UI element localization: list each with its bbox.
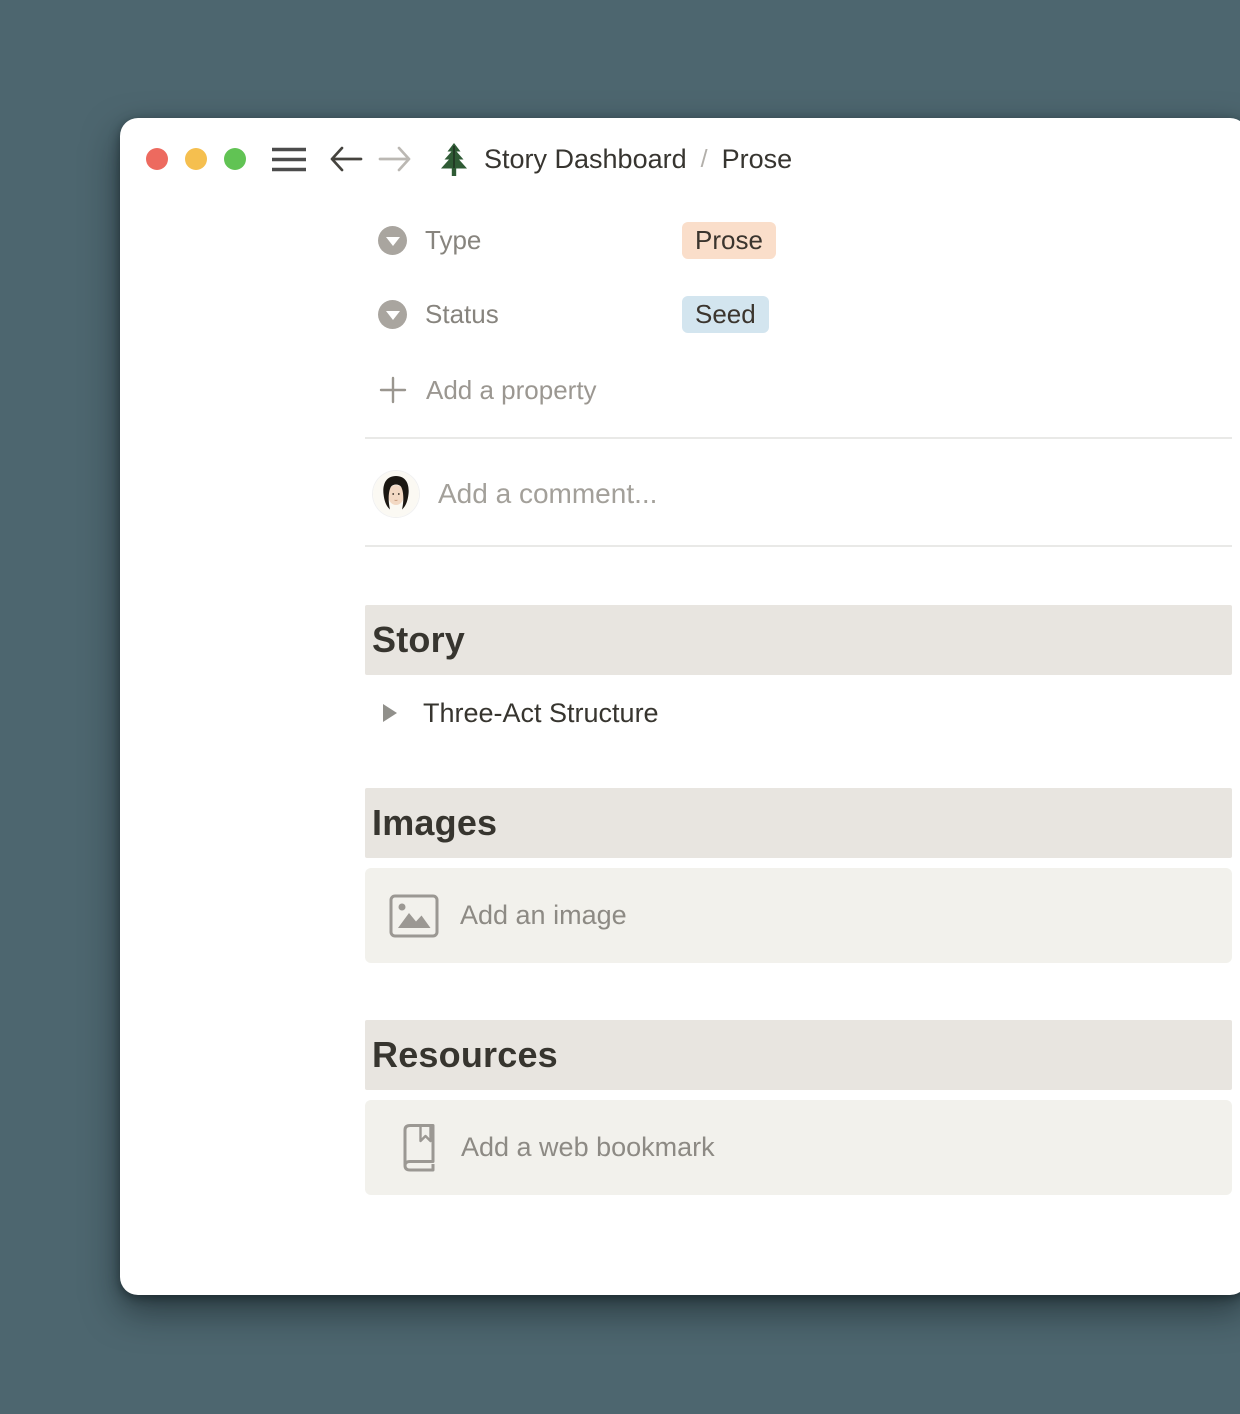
bookmark-book-icon [395,1121,441,1175]
plus-icon [378,375,408,405]
back-button[interactable] [329,145,363,173]
add-bookmark-label: Add a web bookmark [461,1132,715,1162]
user-avatar [373,471,419,517]
section-heading-story[interactable]: Story [365,605,1232,675]
add-property-button[interactable]: Add a property [365,371,597,409]
property-value-tag[interactable]: Prose [682,221,776,259]
minimize-window-button[interactable] [185,148,207,170]
section-title: Resources [372,1034,558,1075]
divider [365,437,1232,439]
toggle-label[interactable]: Three-Act Structure [423,698,659,729]
property-label[interactable]: Type [425,225,682,256]
image-icon [388,894,440,938]
add-image-placeholder[interactable]: Add an image [365,868,1232,963]
add-web-bookmark-placeholder[interactable]: Add a web bookmark [365,1100,1232,1195]
add-image-label: Add an image [460,900,627,930]
section-heading-images[interactable]: Images [365,788,1232,858]
traffic-lights [146,148,246,170]
select-property-icon [378,299,407,329]
toggle-block-three-act[interactable]: Three-Act Structure [365,694,659,732]
property-row-status[interactable]: Status Seed [365,295,769,333]
add-property-label: Add a property [426,374,597,405]
section-title: Story [372,619,466,660]
select-property-icon [378,225,407,255]
back-arrow-icon [330,146,363,172]
section-title: Images [372,802,498,843]
section-heading-resources[interactable]: Resources [365,1020,1232,1090]
page-content: Type Prose Status Seed Add a property Ad… [365,118,1232,1295]
comment-input[interactable]: Add a comment... [438,478,657,510]
hamburger-menu-icon [272,147,306,171]
toggle-triangle-icon[interactable] [383,704,397,722]
property-row-type[interactable]: Type Prose [365,221,776,259]
sidebar-menu-button[interactable] [272,146,306,173]
property-value-tag[interactable]: Seed [682,295,769,333]
property-label[interactable]: Status [425,299,682,330]
comment-row[interactable]: Add a comment... [365,470,657,518]
app-window: Story Dashboard / Prose Type Prose Statu… [120,118,1240,1295]
zoom-window-button[interactable] [224,148,246,170]
divider [365,545,1232,547]
close-window-button[interactable] [146,148,168,170]
